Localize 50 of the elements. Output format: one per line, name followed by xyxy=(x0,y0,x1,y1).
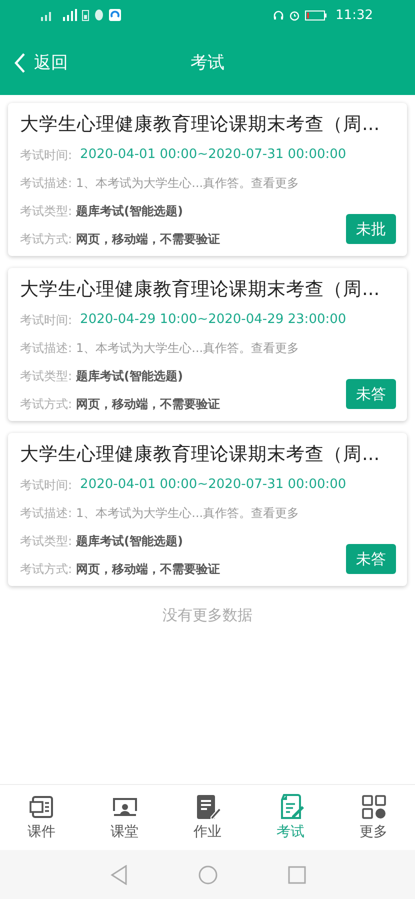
app-icon xyxy=(109,9,121,21)
grid-icon xyxy=(360,794,386,820)
exam-card[interactable]: 大学生心理健康教育理论课期末考查（周... 考试时间: 2020-04-01 00:00~2020-07-31 00:00:00 考试描述: 1、本考试为大学生心...真作答。查看更多 考试类型: 题库考试(智能选题) 考试方式: 网页，移动端，不需要验证 未答 xyxy=(8,433,407,586)
field-label: 考试时间: xyxy=(20,477,72,494)
field-value: 网页，移动端，不需要验证 xyxy=(76,231,220,248)
field-label: 考试方式: xyxy=(20,396,72,413)
exam-title: 大学生心理健康教育理论课期末考查（周... xyxy=(20,113,381,136)
field-value: 题库考试(智能选题) xyxy=(76,203,184,220)
tab-item[interactable]: 课堂 xyxy=(83,785,166,850)
field-value: 1、本考试为大学生心...真作答。查看更多 xyxy=(76,340,300,357)
exam-card[interactable]: 大学生心理健康教育理论课期末考查（周... 考试时间: 2020-04-29 10:00~2020-04-29 23:00:00 考试描述: 1、本考试为大学生心...真作答。查看更多 考试类型: 题库考试(智能选题) 考试方式: 网页，移动端，不需要验证 未答 xyxy=(8,268,407,421)
field-value: 2020-04-01 00:00~2020-07-31 00:00:00 xyxy=(80,146,346,164)
field-value: 1、本考试为大学生心...真作答。查看更多 xyxy=(76,175,300,192)
field-label: 考试描述: xyxy=(20,505,72,522)
field-label: 考试时间: xyxy=(20,147,72,164)
field-label: 考试类型: xyxy=(20,203,72,220)
tab-item[interactable]: 作业 xyxy=(166,785,249,850)
signal-icon xyxy=(40,9,54,21)
field-value: 1、本考试为大学生心...真作答。查看更多 xyxy=(76,505,300,522)
field-value: 网页，移动端，不需要验证 xyxy=(76,396,220,413)
exam-title: 大学生心理健康教育理论课期末考查（周... xyxy=(20,443,381,466)
clock-time: 11:32 xyxy=(336,8,373,22)
field-label: 考试描述: xyxy=(20,340,72,357)
back-triangle-icon[interactable] xyxy=(110,864,128,884)
page-title: 考试 xyxy=(190,52,224,74)
tab-item[interactable]: 更多 xyxy=(332,785,415,850)
field-label: 考试方式: xyxy=(20,561,72,578)
tab-item[interactable]: 课件 xyxy=(0,785,83,850)
field-label: 考试描述: xyxy=(20,175,72,192)
recents-square-icon[interactable] xyxy=(288,866,306,884)
field-label: 考试方式: xyxy=(20,231,72,248)
document-pencil-icon xyxy=(194,794,220,820)
exam-card[interactable]: 大学生心理健康教育理论课期末考查（周... 考试时间: 2020-04-01 00:00~2020-07-31 00:00:00 考试描述: 1、本考试为大学生心...真作答。查看更多 考试类型: 题库考试(智能选题) 考试方式: 网页，移动端，不需要验证 未批 xyxy=(8,103,407,256)
end-of-list-text: 没有更多数据 xyxy=(162,606,254,625)
field-label: 考试时间: xyxy=(20,312,72,329)
field-value: 题库考试(智能选题) xyxy=(76,368,184,385)
field-value: 网页，移动端，不需要验证 xyxy=(76,561,220,578)
chevron-left-icon xyxy=(14,52,26,74)
battery-icon xyxy=(82,9,89,21)
field-value: 2020-04-29 10:00~2020-04-29 23:00:00 xyxy=(80,311,346,329)
home-circle-icon[interactable] xyxy=(198,864,218,884)
slides-icon xyxy=(28,794,54,820)
headset-icon xyxy=(272,10,284,20)
field-label: 考试类型: xyxy=(20,368,72,385)
alarm-icon xyxy=(288,10,300,20)
exam-title: 大学生心理健康教育理论课期末考查（周... xyxy=(20,278,381,301)
field-label: 考试类型: xyxy=(20,533,72,550)
field-value: 2020-04-01 00:00~2020-07-31 00:00:00 xyxy=(80,476,346,494)
field-value: 题库考试(智能选题) xyxy=(76,533,184,550)
battery-icon xyxy=(304,10,327,20)
